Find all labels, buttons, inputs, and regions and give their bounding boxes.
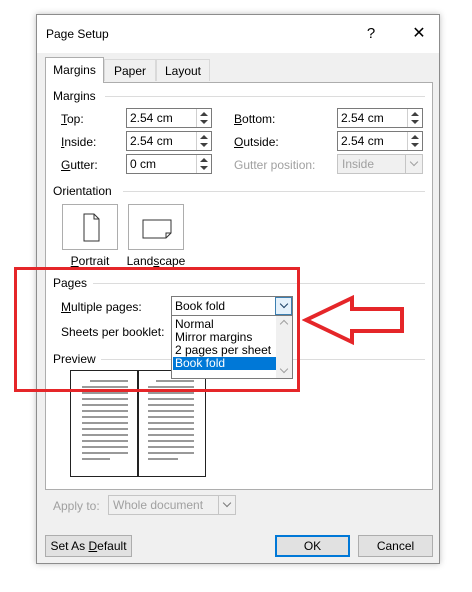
tab-paper[interactable]: Paper: [104, 59, 156, 81]
margins-separator: [105, 96, 425, 97]
outside-label: Outside:: [234, 135, 279, 149]
orientation-separator: [123, 191, 425, 192]
inside-margin-spinner[interactable]: 2.54 cm: [126, 131, 212, 151]
top-label: Top:: [61, 112, 84, 126]
chevron-down-icon: [222, 498, 232, 508]
gutter-value[interactable]: 0 cm: [130, 157, 156, 171]
spin-down-icon[interactable]: [411, 143, 419, 147]
bottom-label: Bottom:: [234, 112, 276, 126]
spin-up-icon[interactable]: [200, 135, 208, 139]
apply-to-value: Whole document: [113, 498, 204, 512]
portrait-page-icon: [83, 213, 100, 242]
tab-layout[interactable]: Layout: [156, 59, 210, 81]
help-icon[interactable]: ?: [357, 21, 385, 47]
gutter-position-select[interactable]: Inside: [337, 154, 423, 174]
close-icon[interactable]: ✕: [405, 21, 433, 47]
top-margin-value[interactable]: 2.54 cm: [130, 111, 173, 125]
chevron-down-icon: [409, 157, 419, 167]
top-margin-spinner[interactable]: 2.54 cm: [126, 108, 212, 128]
bottom-margin-spinner[interactable]: 2.54 cm: [337, 108, 423, 128]
red-highlight-box: [14, 267, 300, 392]
spin-up-icon[interactable]: [411, 135, 419, 139]
outside-margin-value[interactable]: 2.54 cm: [341, 134, 384, 148]
inside-margin-value[interactable]: 2.54 cm: [130, 134, 173, 148]
spin-up-icon[interactable]: [411, 112, 419, 116]
set-as-default-button[interactable]: Set As Default: [45, 535, 132, 557]
landscape-label: Landscape: [126, 254, 186, 268]
gutter-spinner[interactable]: 0 cm: [126, 154, 212, 174]
inside-label: Inside:: [61, 135, 97, 149]
dialog-title: Page Setup: [46, 27, 109, 41]
ok-button[interactable]: OK: [275, 535, 350, 557]
apply-to-label: Apply to:: [53, 499, 100, 513]
title-bar: Page Setup ? ✕: [37, 15, 439, 53]
margins-section-label: Margins: [53, 89, 96, 103]
spin-down-icon[interactable]: [200, 166, 208, 170]
cancel-button[interactable]: Cancel: [358, 535, 433, 557]
apply-to-select[interactable]: Whole document: [108, 495, 236, 515]
bottom-margin-value[interactable]: 2.54 cm: [341, 111, 384, 125]
spin-down-icon[interactable]: [200, 120, 208, 124]
gutter-position-value: Inside: [342, 157, 375, 171]
spin-up-icon[interactable]: [200, 158, 208, 162]
spin-down-icon[interactable]: [411, 120, 419, 124]
outside-margin-spinner[interactable]: 2.54 cm: [337, 131, 423, 151]
red-arrow-annotation: [302, 294, 404, 346]
gutter-position-label: Gutter position:: [234, 158, 316, 172]
spin-down-icon[interactable]: [200, 143, 208, 147]
tab-margins[interactable]: Margins: [45, 57, 104, 83]
portrait-label: Portrait: [70, 254, 110, 268]
spin-up-icon[interactable]: [200, 112, 208, 116]
gutter-label: Gutter:: [61, 158, 98, 172]
landscape-page-icon: [142, 219, 172, 239]
portrait-button[interactable]: [62, 204, 118, 250]
orientation-section-label: Orientation: [53, 184, 112, 198]
landscape-button[interactable]: [128, 204, 184, 250]
